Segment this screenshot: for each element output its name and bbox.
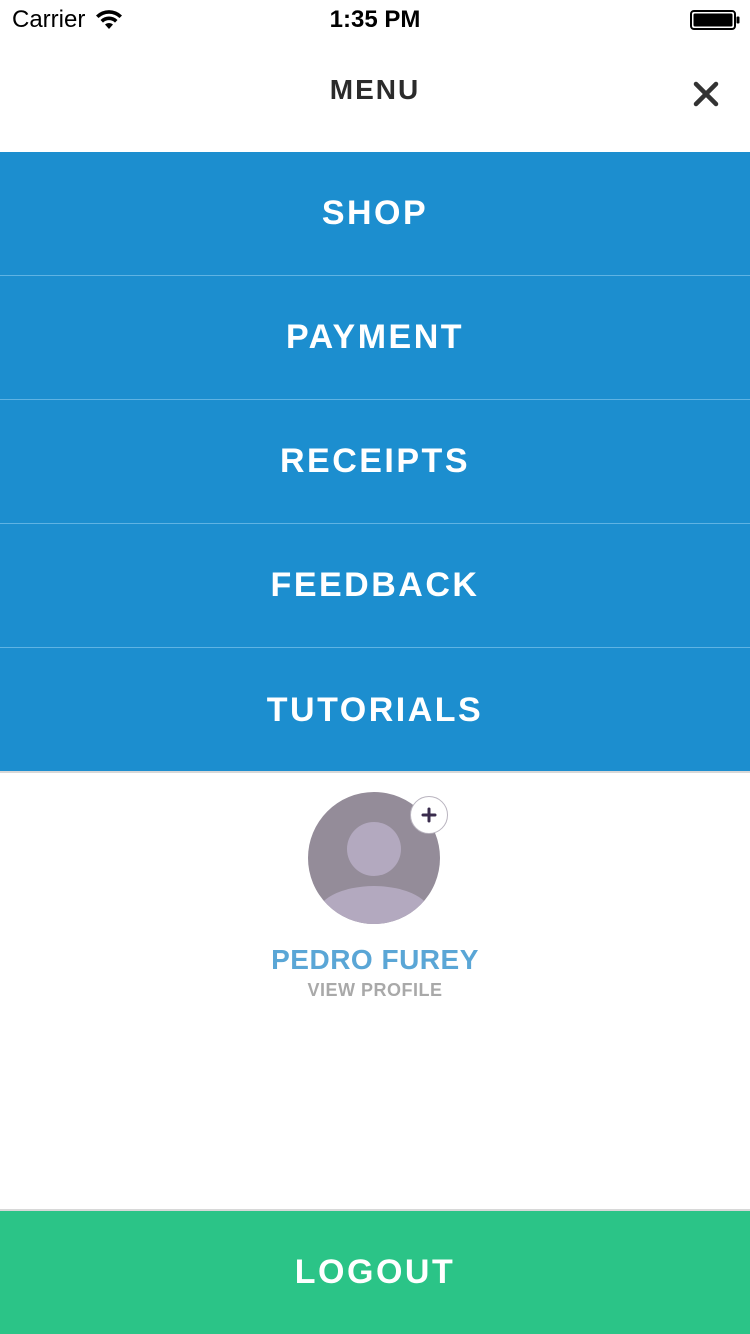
menu-item-label: SHOP: [321, 194, 429, 232]
menu-item-label: PAYMENT: [285, 318, 465, 356]
menu-list: SHOP PAYMENT RECEIPTS FEEDBACK TUTORIALS: [0, 152, 750, 772]
battery-full-icon: [690, 10, 740, 30]
menu-item-feedback[interactable]: FEEDBACK: [0, 524, 750, 648]
plus-icon: [421, 807, 437, 823]
menu-item-receipts[interactable]: RECEIPTS: [0, 400, 750, 524]
view-profile-link[interactable]: VIEW PROFILE: [0, 980, 750, 1001]
close-icon[interactable]: [688, 76, 724, 112]
profile-name[interactable]: PEDRO FUREY: [0, 944, 750, 976]
menu-item-tutorials[interactable]: TUTORIALS: [0, 648, 750, 772]
logout-button[interactable]: LOGOUT: [0, 1211, 750, 1334]
add-photo-button[interactable]: [410, 796, 448, 834]
menu-item-shop[interactable]: SHOP: [0, 152, 750, 276]
menu-item-label: FEEDBACK: [270, 566, 480, 604]
menu-divider: [0, 771, 750, 773]
menu-item-label: RECEIPTS: [279, 442, 471, 480]
status-bar: Carrier 1:35 PM: [0, 0, 750, 40]
page-title: MENU: [329, 74, 421, 105]
logout-label: LOGOUT: [294, 1253, 456, 1291]
avatar-container[interactable]: [308, 792, 448, 926]
menu-item-payment[interactable]: PAYMENT: [0, 276, 750, 400]
status-time: 1:35 PM: [329, 6, 421, 33]
menu-header: MENU: [0, 40, 750, 152]
profile-section: PEDRO FUREY VIEW PROFILE: [0, 792, 750, 1001]
menu-item-label: TUTORIALS: [266, 690, 484, 729]
menu-screen: Carrier 1:35 PM MENU SHOP PAYMENT RECEIP…: [0, 0, 750, 1334]
